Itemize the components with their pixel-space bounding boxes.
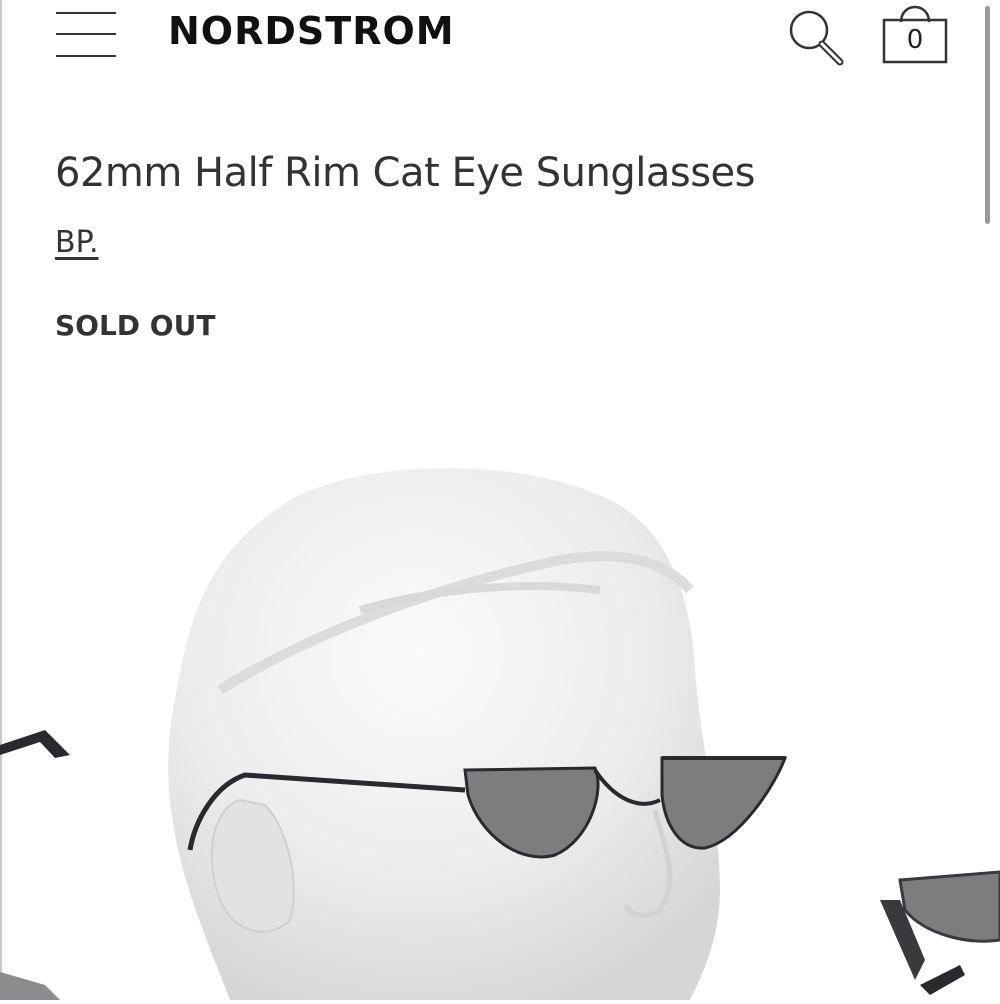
brand-link[interactable]: BP. [55, 222, 99, 264]
search-icon[interactable] [785, 4, 849, 68]
product-image[interactable] [0, 440, 1000, 1000]
sunglasses-thumbnail-left [0, 730, 70, 1000]
shopping-bag-button[interactable]: 0 [879, 0, 951, 68]
mannequin-head [168, 468, 720, 1000]
sold-out-status: SOLD OUT [55, 309, 216, 342]
sunglasses-thumbnail-right [880, 870, 1000, 995]
hamburger-menu-icon[interactable] [56, 6, 116, 57]
product-title: 62mm Half Rim Cat Eye Sunglasses [55, 150, 755, 196]
bag-count: 0 [906, 25, 924, 55]
nordstrom-logo[interactable]: NORDSTROM [168, 8, 455, 54]
site-header: NORDSTROM 0 [0, 0, 1000, 70]
